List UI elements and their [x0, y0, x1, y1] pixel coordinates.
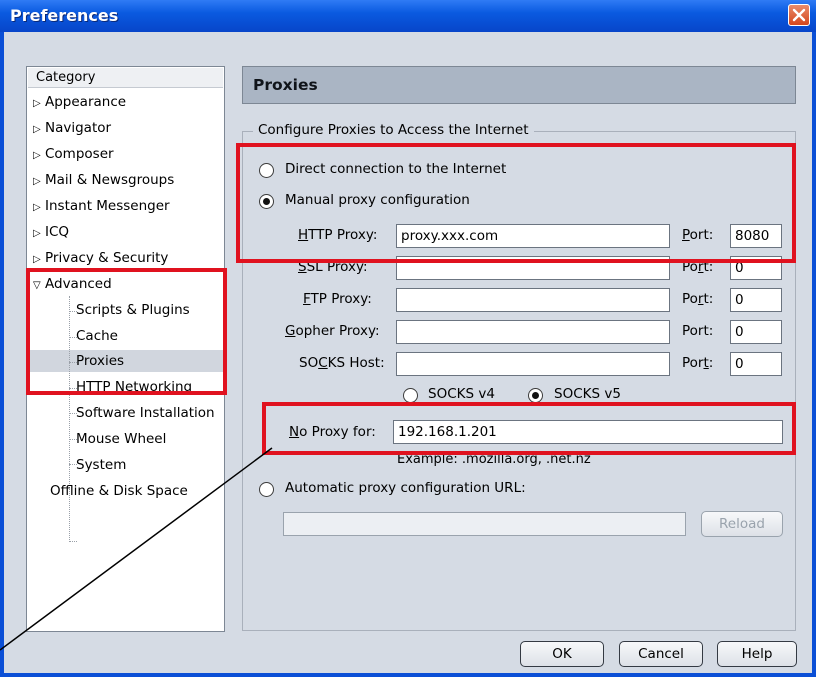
callout-line	[0, 447, 273, 651]
